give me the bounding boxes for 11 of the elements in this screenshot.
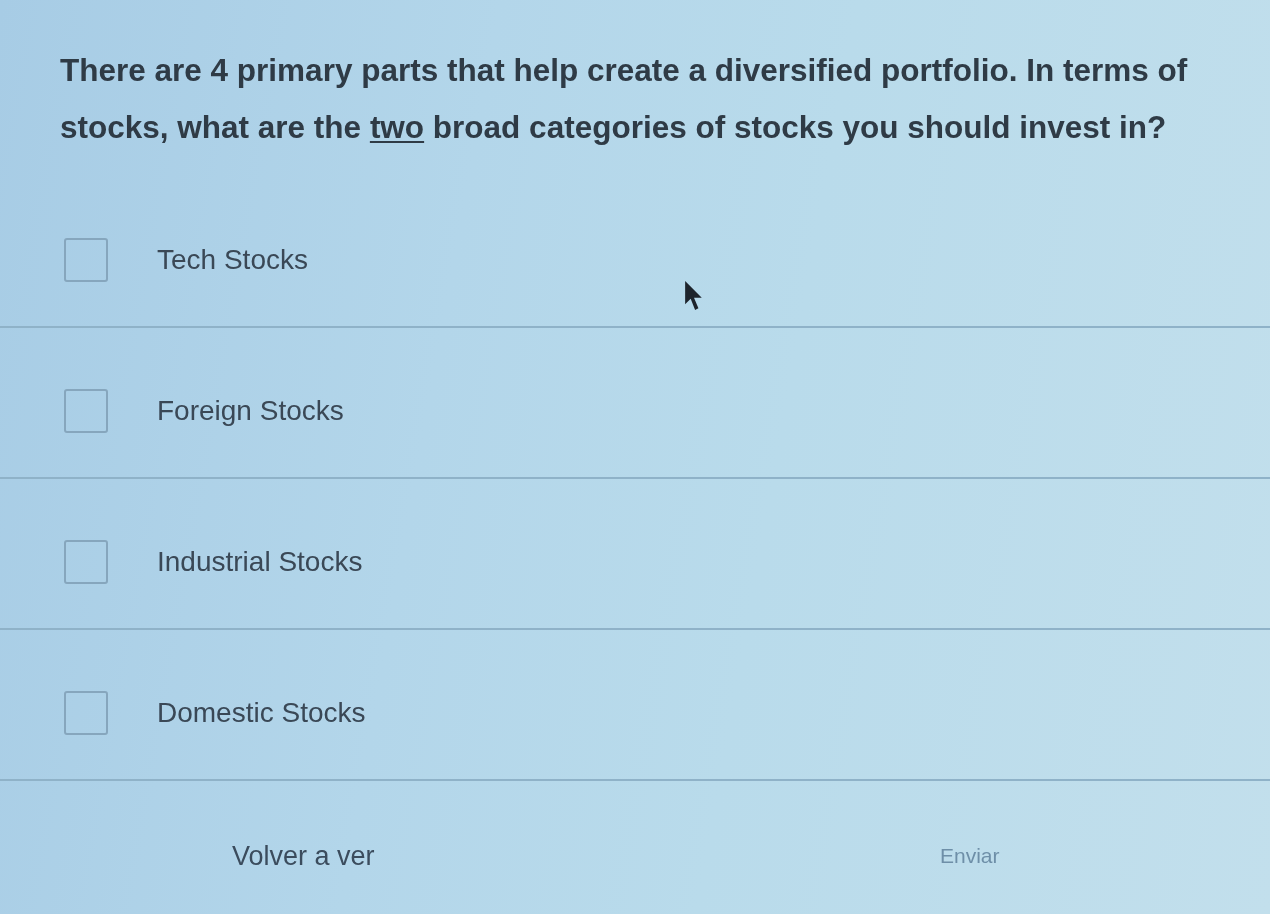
option-label[interactable]: Domestic Stocks [157,697,366,729]
checkbox[interactable] [64,238,108,282]
checkbox[interactable] [64,691,108,735]
question-text: There are 4 primary parts that help create a diversified portfolio. In terms of stocks, what are the two broad categories of stocks you should invest in? [59,51,1189,147]
checkbox[interactable] [64,540,108,584]
option-label[interactable]: Industrial Stocks [157,546,363,578]
text-button[interactable]: Volver a ver [228,836,379,876]
mouse-pointer-icon [684,280,704,311]
option-label[interactable]: Foreign Stocks [157,395,344,427]
option-label[interactable]: Tech Stocks [157,244,308,276]
checkbox[interactable] [64,389,108,433]
